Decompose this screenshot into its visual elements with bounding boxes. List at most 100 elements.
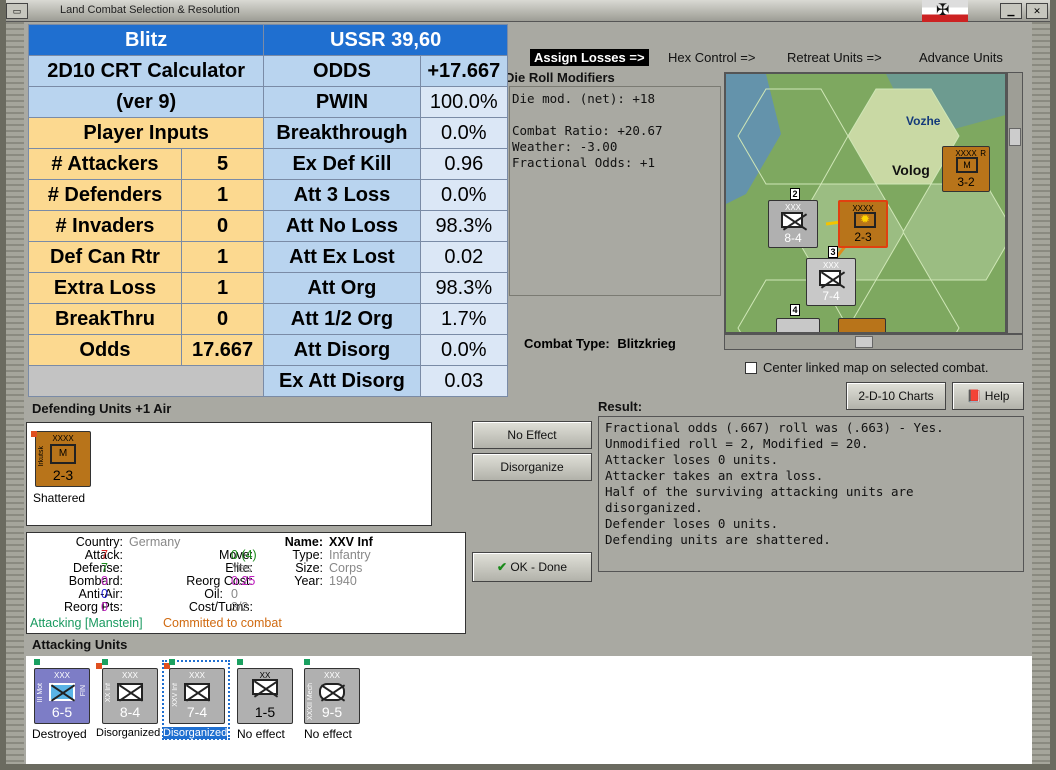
calc-input-label: Odds bbox=[28, 334, 182, 366]
map-unit-murmansk[interactable]: XXXX R M 3-2 bbox=[942, 146, 990, 192]
unit-size: XXX bbox=[53, 671, 70, 680]
calc-input-value[interactable]: 0 bbox=[180, 303, 265, 335]
calc-result-value: 98.3% bbox=[419, 272, 509, 304]
title-bar[interactable]: ▭ Land Combat Selection & Resolution ▁ ✕ bbox=[0, 0, 1056, 22]
ok-done-label: OK - Done bbox=[510, 560, 568, 574]
die-roll-line bbox=[512, 107, 718, 123]
unit-size: XXX bbox=[323, 671, 340, 680]
map-unit-irkutsk[interactable]: XXXX ✹ 2-3 bbox=[838, 200, 888, 248]
committed-text: Committed to combat bbox=[163, 616, 282, 630]
calc-input-value[interactable]: 1 bbox=[180, 272, 265, 304]
checkmark-icon: ✔ bbox=[496, 560, 507, 574]
attacking-leader-text: Attacking [Manstein] bbox=[30, 616, 143, 630]
attacking-unit-iii-mot[interactable]: XXX III Mot FIN 6-5 bbox=[34, 668, 90, 724]
unit-strength: 2-3 bbox=[52, 467, 74, 483]
calc-empty-cell bbox=[27, 365, 265, 397]
calc-input-value[interactable]: 5 bbox=[180, 148, 265, 180]
year-label: Year: bbox=[294, 574, 323, 588]
unit-strength: 2-3 bbox=[854, 230, 872, 244]
unit-status: Disorganized bbox=[163, 727, 228, 739]
die-roll-line: Weather: -3.00 bbox=[512, 139, 618, 154]
calc-result-label: PWIN bbox=[263, 86, 421, 118]
die-roll-title: Die Roll Modifiers bbox=[505, 70, 615, 85]
combat-type-value: Blitzkrieg bbox=[617, 336, 676, 351]
map-horizontal-scrollbar[interactable] bbox=[724, 334, 1023, 350]
window-title: Land Combat Selection & Resolution bbox=[60, 4, 240, 16]
hex-control-tab[interactable]: Hex Control => bbox=[668, 50, 755, 65]
minimize-button[interactable]: ▁ bbox=[1000, 3, 1022, 19]
unit-size: XXX bbox=[822, 261, 839, 270]
map-unit-xx-inf[interactable]: XXX 8-4 bbox=[768, 200, 818, 248]
book-icon: 📕 bbox=[966, 389, 982, 403]
result-line: Attacker takes an extra loss. bbox=[605, 468, 824, 483]
calc-input-value[interactable]: 0 bbox=[180, 210, 265, 242]
attacking-unit-xx[interactable]: XX 1-5 bbox=[237, 668, 293, 724]
retreat-units-tab[interactable]: Retreat Units => bbox=[787, 50, 882, 65]
calc-input-value[interactable]: 1 bbox=[180, 241, 265, 273]
calc-result-value: 0.02 bbox=[419, 241, 509, 273]
assign-losses-tab[interactable]: Assign Losses => bbox=[530, 49, 649, 66]
cost-turns-value: 3/2 bbox=[231, 600, 249, 614]
unit-status: Disorganized bbox=[96, 727, 161, 739]
calc-result-label: Att Disorg bbox=[263, 334, 421, 366]
attacking-unit-xxxii-mech[interactable]: XXX XXXII Mech 9-5 bbox=[304, 668, 360, 724]
status-dot bbox=[169, 659, 175, 665]
defending-units-box: XXXX Irkutsk M 2-3 Shattered bbox=[26, 422, 432, 526]
calc-result-label: Att Ex Lost bbox=[263, 241, 421, 273]
infantry-icon bbox=[184, 683, 210, 701]
charts-button[interactable]: 2-D-10 Charts bbox=[846, 382, 946, 410]
calc-result-label: Att No Loss bbox=[263, 210, 421, 242]
map-unit-xxv-inf[interactable]: XXX 7-4 bbox=[806, 258, 856, 306]
result-panel: Fractional odds (.667) roll was (.663) -… bbox=[598, 416, 1024, 572]
combat-window: ▭ Land Combat Selection & Resolution ▁ ✕… bbox=[0, 0, 1056, 770]
no-effect-button[interactable]: No Effect bbox=[472, 421, 592, 449]
status-dot bbox=[34, 659, 40, 665]
attacking-title: Attacking Units bbox=[32, 637, 128, 652]
close-button[interactable]: ✕ bbox=[1026, 3, 1048, 19]
calc-title-2: (ver 9) bbox=[27, 86, 265, 118]
unit-strength: 8-4 bbox=[784, 231, 802, 245]
calc-result-label: Att 3 Loss bbox=[263, 179, 421, 211]
help-button[interactable]: 📕 Help bbox=[952, 382, 1024, 410]
phase-toolbar: Assign Losses => Hex Control => Retreat … bbox=[505, 46, 1030, 70]
die-roll-line: Fractional Odds: +1 bbox=[512, 155, 655, 170]
calc-result-value: 1.7% bbox=[419, 303, 509, 335]
calc-input-value[interactable]: 17.667 bbox=[180, 334, 265, 366]
calc-result-label: Att Org bbox=[263, 272, 421, 304]
disorganize-button[interactable]: Disorganize bbox=[472, 453, 592, 481]
unit-status: Destroyed bbox=[32, 727, 87, 741]
right-frame-chain bbox=[1032, 22, 1050, 764]
linked-map[interactable]: Vozhe Volog XXX 8-4 2 XXXX ✹ 2-3 XXX 7-4… bbox=[724, 72, 1007, 334]
calc-input-label: # Defenders bbox=[28, 179, 182, 211]
map-vertical-scrollbar[interactable] bbox=[1007, 72, 1023, 334]
result-line: Half of the surviving attacking units ar… bbox=[605, 484, 914, 515]
calc-result-value: 0.0% bbox=[419, 334, 509, 366]
calc-result-value: 0.03 bbox=[419, 365, 509, 397]
calc-result-label: Ex Att Disorg bbox=[263, 365, 421, 397]
attacking-unit-xx-inf[interactable]: XXX XX Inf 8-4 bbox=[102, 668, 158, 724]
calc-input-label: Extra Loss bbox=[28, 272, 182, 304]
scroll-thumb[interactable] bbox=[1009, 128, 1021, 146]
defending-unit-irkutsk[interactable]: XXXX Irkutsk M 2-3 bbox=[35, 431, 91, 487]
calc-input-label: # Invaders bbox=[28, 210, 182, 242]
calc-result-value: 0.0% bbox=[419, 117, 509, 149]
advance-units-tab[interactable]: Advance Units bbox=[919, 50, 1003, 65]
ok-done-button[interactable]: ✔ OK - Done bbox=[472, 552, 592, 582]
scroll-thumb[interactable] bbox=[855, 336, 873, 348]
combat-type: Combat Type: Blitzkrieg bbox=[524, 336, 676, 351]
center-map-checkbox[interactable] bbox=[745, 362, 757, 374]
unit-strength: 6-5 bbox=[51, 704, 73, 720]
calc-input-label: # Attackers bbox=[28, 148, 182, 180]
system-menu-button[interactable]: ▭ bbox=[6, 3, 28, 19]
motorized-infantry-icon bbox=[49, 683, 75, 701]
attacking-unit-xxv-inf[interactable]: XXX XXV Inf 7-4 bbox=[169, 668, 225, 724]
result-line: Defender loses 0 units. bbox=[605, 516, 779, 531]
map-unit-partial[interactable] bbox=[776, 318, 820, 332]
calc-result-value: +17.667 bbox=[419, 55, 509, 87]
unit-side-label: Irkutsk bbox=[38, 446, 45, 467]
map-unit-partial[interactable] bbox=[838, 318, 886, 332]
calc-result-label: Att 1/2 Org bbox=[263, 303, 421, 335]
calc-input-value[interactable]: 1 bbox=[180, 179, 265, 211]
unit-strength: 3-2 bbox=[957, 175, 975, 189]
calc-input-label: Def Can Rtr bbox=[28, 241, 182, 273]
